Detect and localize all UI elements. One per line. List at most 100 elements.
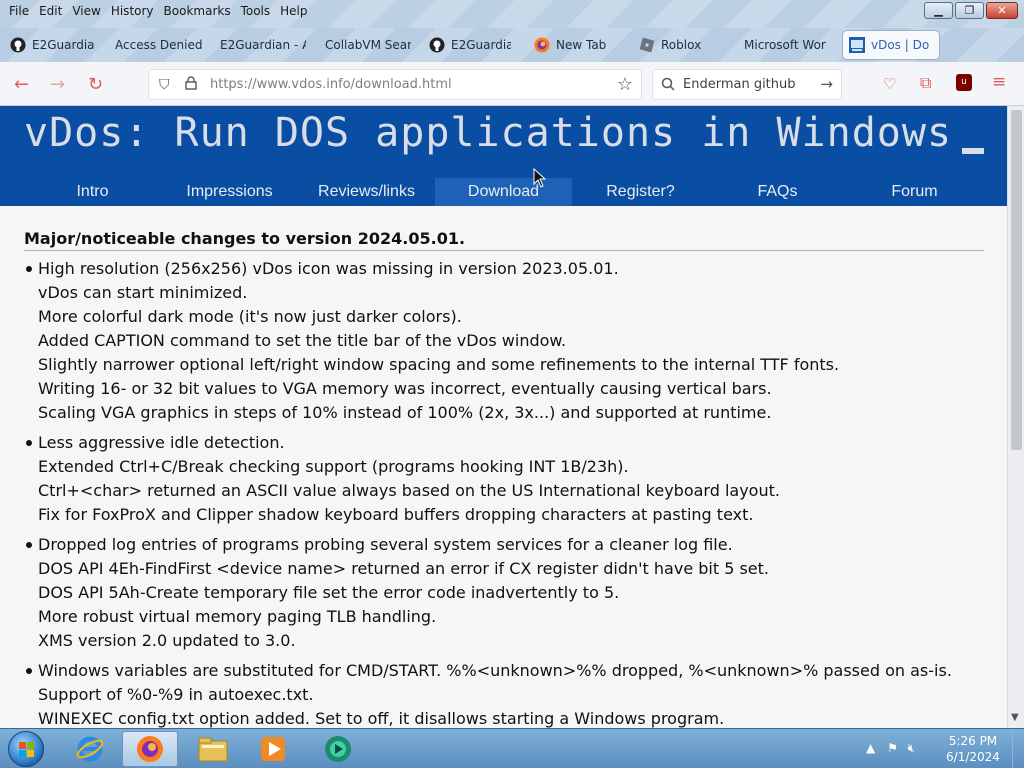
- roblox-icon: [639, 37, 655, 53]
- menu-icon[interactable]: ≡: [992, 72, 1006, 92]
- reload-icon[interactable]: ↻: [88, 74, 103, 95]
- scrollbar-thumb[interactable]: [1011, 110, 1022, 450]
- ublock-icon[interactable]: u: [956, 74, 972, 91]
- vdos-icon: [849, 37, 865, 53]
- bullet: [26, 266, 32, 272]
- tab-e2guardian-1[interactable]: E2Guardian: [10, 31, 94, 59]
- change-line: More robust virtual memory paging TLB ha…: [38, 607, 437, 626]
- tab-label: CollabVM Sear: [325, 38, 411, 52]
- blinking-cursor: [962, 148, 984, 154]
- show-desktop-button[interactable]: [1012, 729, 1024, 768]
- taskbar-file-explorer[interactable]: [185, 731, 241, 767]
- change-line: Slightly narrower optional left/right wi…: [38, 355, 840, 374]
- forward-icon[interactable]: →: [50, 74, 65, 95]
- close-tab-icon[interactable]: ✕: [937, 38, 939, 53]
- nav-forum[interactable]: Forum: [846, 178, 983, 206]
- taskbar-app[interactable]: [310, 731, 366, 767]
- menu-history[interactable]: History: [106, 2, 159, 20]
- github-icon: [10, 37, 26, 53]
- close-window-button[interactable]: ✕: [986, 2, 1018, 19]
- page-scrollbar[interactable]: ▼: [1007, 106, 1024, 728]
- app-icon: [325, 736, 351, 762]
- menu-help[interactable]: Help: [275, 2, 312, 20]
- internet-explorer-icon: [76, 736, 104, 762]
- tab-strip: E2Guardian Access Denied E2Guardian - A …: [0, 28, 1024, 86]
- search-input[interactable]: Enderman github →: [652, 69, 842, 100]
- search-icon: [661, 76, 675, 95]
- bullet: [26, 668, 32, 674]
- change-line: Less aggressive idle detection.: [38, 433, 285, 452]
- menu-tools[interactable]: Tools: [236, 2, 276, 20]
- menu-view[interactable]: View: [67, 2, 105, 20]
- window-controls: ▁ ❐ ✕: [924, 2, 1018, 19]
- tab-label: vDos | Do: [871, 38, 930, 52]
- change-line: Extended Ctrl+C/Break checking support (…: [38, 457, 629, 476]
- firefox-icon: [137, 736, 163, 762]
- tab-label: E2Guardian: [451, 38, 511, 52]
- clock-time: 5:26 PM: [948, 734, 998, 748]
- menu-file[interactable]: File: [4, 2, 34, 20]
- menu-bar: File Edit View History Bookmarks Tools H…: [4, 2, 313, 20]
- change-line: Scaling VGA graphics in steps of 10% ins…: [38, 403, 772, 422]
- tab-new-tab[interactable]: New Tab: [534, 31, 626, 59]
- tray-icons: ▲ ⚑ 🔇︎: [866, 741, 915, 756]
- menu-bookmarks[interactable]: Bookmarks: [159, 2, 236, 20]
- tab-vdos-active[interactable]: vDos | Do ✕: [843, 31, 939, 59]
- change-line: Windows variables are substituted for CM…: [38, 661, 952, 680]
- minimize-button[interactable]: ▁: [924, 2, 953, 19]
- lock-icon[interactable]: [185, 76, 197, 94]
- tab-label: New Tab: [556, 38, 607, 52]
- search-value: Enderman github: [683, 77, 796, 92]
- bullet: [26, 440, 32, 446]
- pocket-icon[interactable]: ♡: [883, 75, 896, 93]
- volume-muted-icon[interactable]: 🔇︎: [908, 741, 916, 755]
- menu-edit[interactable]: Edit: [34, 2, 67, 20]
- nav-impressions[interactable]: Impressions: [161, 178, 298, 206]
- change-line: Added CAPTION command to set the title b…: [38, 331, 567, 350]
- tab-label: E2Guardian - A: [220, 38, 306, 52]
- navigation-bar: ← → ↻ ⛉ https://www.vdos.info/download.h…: [0, 62, 1024, 106]
- change-line: vDos can start minimized.: [38, 283, 248, 302]
- search-go-icon[interactable]: →: [820, 75, 833, 93]
- tab-label: Access Denied: [115, 38, 203, 52]
- nav-faqs[interactable]: FAQs: [709, 178, 846, 206]
- tab-roblox[interactable]: Roblox: [639, 31, 719, 59]
- media-player-icon: [261, 737, 285, 761]
- site-banner: vDos: Run DOS applications in Windows In…: [0, 106, 1007, 206]
- github-icon: [429, 37, 445, 53]
- windows-logo-icon: [19, 742, 34, 757]
- taskbar-firefox[interactable]: [122, 731, 178, 767]
- tab-e2guardian-3[interactable]: E2Guardian: [429, 31, 511, 59]
- extensions-icon[interactable]: ⧉: [920, 73, 931, 93]
- show-hidden-icons-icon[interactable]: ▲: [866, 741, 875, 755]
- start-button[interactable]: [8, 731, 44, 767]
- scroll-down-icon[interactable]: ▼: [1011, 712, 1019, 723]
- nav-reviews-links[interactable]: Reviews/links: [298, 178, 435, 206]
- tab-collabvm[interactable]: CollabVM Sear: [325, 31, 411, 59]
- change-group: High resolution (256x256) vDos icon was …: [24, 257, 984, 425]
- taskbar: ▲ ⚑ 🔇︎ 5:26 PM 6/1/2024: [0, 728, 1024, 768]
- back-icon[interactable]: ←: [14, 74, 29, 95]
- maximize-button[interactable]: ❐: [955, 2, 984, 19]
- mouse-cursor-icon: [533, 168, 547, 188]
- nav-register[interactable]: Register?: [572, 178, 709, 206]
- bookmark-star-icon[interactable]: ☆: [617, 74, 633, 95]
- taskbar-media-player[interactable]: [245, 731, 301, 767]
- change-line: DOS API 4Eh-FindFirst <device name> retu…: [38, 559, 770, 578]
- system-clock[interactable]: 5:26 PM 6/1/2024: [938, 733, 1008, 765]
- tab-access-denied[interactable]: Access Denied: [115, 31, 207, 59]
- title-bar: File Edit View History Bookmarks Tools H…: [0, 0, 1024, 28]
- url-text: https://www.vdos.info/download.html: [210, 77, 452, 92]
- file-explorer-icon: [198, 737, 228, 762]
- tab-e2guardian-2[interactable]: E2Guardian - A: [220, 31, 306, 59]
- change-line: Ctrl+<char> returned an ASCII value alwa…: [38, 481, 780, 500]
- change-line: Support of %0-%9 in autoexec.txt.: [38, 685, 314, 704]
- shield-icon[interactable]: ⛉: [159, 77, 170, 93]
- tab-microsoft-word[interactable]: Microsoft Wor: [744, 31, 830, 59]
- nav-download[interactable]: Download: [435, 178, 572, 206]
- change-group: Windows variables are substituted for CM…: [24, 659, 984, 728]
- taskbar-internet-explorer[interactable]: [62, 731, 118, 767]
- nav-intro[interactable]: Intro: [24, 178, 161, 206]
- action-center-flag-icon[interactable]: ⚑: [887, 741, 898, 755]
- address-bar[interactable]: ⛉ https://www.vdos.info/download.html ☆: [148, 69, 642, 100]
